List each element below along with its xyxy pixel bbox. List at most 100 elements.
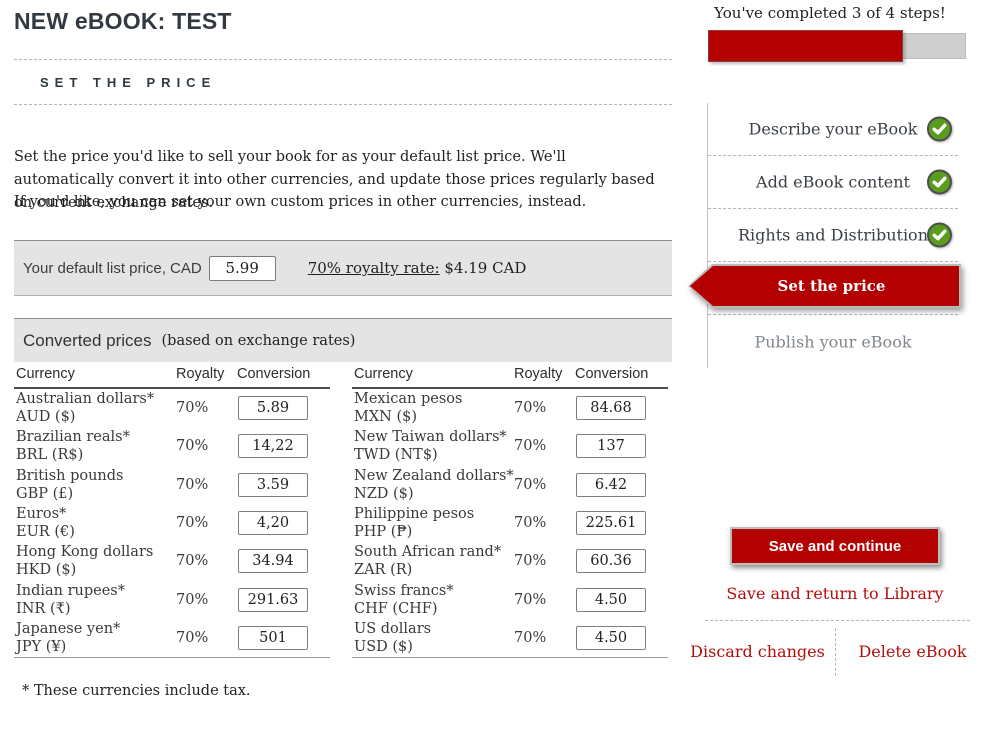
sidebar-step-add-ebook-content[interactable]: Add eBook content	[708, 156, 958, 209]
royalty-cell: 70%	[176, 630, 208, 646]
divider	[705, 620, 970, 621]
currency-cell: New Zealand dollars* NZD ($)	[354, 467, 514, 503]
sidebar-step-publish-your-ebook: Publish your eBook	[708, 315, 958, 368]
conversion-input[interactable]	[238, 396, 308, 420]
currency-cell: US dollars USD ($)	[354, 620, 431, 656]
currency-cell: Euros* EUR (€)	[16, 505, 75, 541]
currency-code: ZAR (R)	[354, 561, 501, 579]
progress-text: You've completed 3 of 4 steps!	[690, 4, 970, 22]
currency-code: NZD ($)	[354, 485, 514, 503]
conversion-table-left: Currency Royalty Conversion Australian d…	[14, 366, 330, 658]
currency-cell: British pounds GBP (£)	[16, 467, 124, 503]
table-header: Currency Royalty Conversion	[352, 366, 668, 389]
currency-code: AUD ($)	[16, 408, 154, 426]
col-header-conversion: Conversion	[575, 366, 648, 382]
royalty-cell: 70%	[176, 553, 208, 569]
royalty-cell: 70%	[514, 630, 546, 646]
royalty-cell: 70%	[514, 592, 546, 608]
step-label: Publish your eBook	[708, 332, 958, 351]
currency-name: Hong Kong dollars	[16, 543, 153, 561]
steps-panel: Describe your eBook Add eBook content Ri…	[707, 103, 958, 368]
conversion-input[interactable]	[576, 434, 646, 458]
col-header-currency: Currency	[16, 366, 75, 382]
currency-code: PHP (₱)	[354, 523, 474, 541]
converted-prices-bar: Converted prices (based on exchange rate…	[14, 318, 672, 362]
check-icon	[927, 117, 952, 142]
page-title: NEW eBOOK: TEST	[14, 8, 232, 35]
conversion-input[interactable]	[238, 511, 308, 535]
royalty-rate: 70% royalty rate: $4.19 CAD	[308, 259, 527, 277]
default-price-input[interactable]	[209, 256, 276, 281]
currency-code: GBP (£)	[16, 485, 124, 503]
sidebar-step-describe-your-ebook[interactable]: Describe your eBook	[708, 103, 958, 156]
tax-footnote: * These currencies include tax.	[22, 683, 251, 699]
col-header-royalty: Royalty	[176, 366, 224, 382]
currency-cell: Mexican pesos MXN ($)	[354, 390, 462, 426]
currency-code: CHF (CHF)	[354, 600, 454, 618]
step-label: Set the price	[764, 277, 886, 295]
royalty-cell: 70%	[176, 438, 208, 454]
table-header: Currency Royalty Conversion	[14, 366, 330, 389]
royalty-cell: 70%	[176, 515, 208, 531]
royalty-rate-value: $4.19 CAD	[444, 259, 526, 277]
bottom-links: Discard changes Delete eBook	[690, 628, 980, 674]
currency-code: EUR (€)	[16, 523, 75, 541]
default-price-bar: Your default list price, CAD 70% royalty…	[14, 240, 672, 296]
royalty-cell: 70%	[176, 477, 208, 493]
currency-code: HKD ($)	[16, 561, 153, 579]
table-row: Indian rupees* INR (₹) 70%	[14, 580, 330, 618]
table-row: Brazilian reals* BRL (R$) 70%	[14, 427, 330, 465]
currency-cell: Brazilian reals* BRL (R$)	[16, 428, 130, 464]
royalty-cell: 70%	[514, 515, 546, 531]
conversion-input[interactable]	[576, 588, 646, 612]
conversion-input[interactable]	[576, 626, 646, 650]
royalty-rate-link[interactable]: 70% royalty rate:	[308, 259, 440, 277]
active-step-arrow[interactable]: Set the price	[688, 264, 961, 308]
table-row: Euros* EUR (€) 70%	[14, 504, 330, 542]
currency-code: MXN ($)	[354, 408, 462, 426]
sidebar-step-rights-and-distribution[interactable]: Rights and Distribution	[708, 209, 958, 262]
table-row: British pounds GBP (£) 70%	[14, 466, 330, 504]
ebook-pricing-page: NEW eBOOK: TEST SET THE PRICE Set the pr…	[0, 0, 993, 734]
currency-name: New Taiwan dollars*	[354, 428, 507, 446]
currency-name: British pounds	[16, 467, 124, 485]
col-header-conversion: Conversion	[237, 366, 310, 382]
converted-prices-subtitle: (based on exchange rates)	[162, 333, 356, 349]
conversion-input[interactable]	[238, 473, 308, 497]
currency-code: JPY (¥)	[16, 638, 120, 656]
currency-cell: Australian dollars* AUD ($)	[16, 390, 154, 426]
discard-changes-link[interactable]: Discard changes	[685, 642, 830, 661]
conversion-input[interactable]	[238, 626, 308, 650]
currency-cell: South African rand* ZAR (R)	[354, 543, 501, 579]
save-and-return-link[interactable]: Save and return to Library	[690, 584, 980, 603]
progress-sidebar: You've completed 3 of 4 steps! Describe …	[690, 0, 980, 734]
conversion-input[interactable]	[576, 549, 646, 573]
conversion-input[interactable]	[576, 473, 646, 497]
currency-cell: Hong Kong dollars HKD ($)	[16, 543, 153, 579]
currency-cell: Japanese yen* JPY (¥)	[16, 620, 120, 656]
delete-ebook-link[interactable]: Delete eBook	[840, 642, 985, 661]
col-header-royalty: Royalty	[514, 366, 562, 382]
conversion-input[interactable]	[238, 434, 308, 458]
table-row: US dollars USD ($) 70%	[352, 619, 668, 657]
conversion-input[interactable]	[576, 511, 646, 535]
conversion-input[interactable]	[238, 588, 308, 612]
main-content: NEW eBOOK: TEST SET THE PRICE Set the pr…	[14, 0, 672, 734]
conversion-input[interactable]	[238, 549, 308, 573]
default-price-label: Your default list price, CAD	[23, 260, 202, 277]
check-icon	[927, 170, 952, 195]
table-row: Japanese yen* JPY (¥) 70%	[14, 619, 330, 657]
divider	[835, 628, 836, 676]
currency-code: BRL (R$)	[16, 446, 130, 464]
royalty-cell: 70%	[514, 438, 546, 454]
table-row: New Zealand dollars* NZD ($) 70%	[352, 466, 668, 504]
col-header-currency: Currency	[354, 366, 413, 382]
currency-code: INR (₹)	[16, 600, 125, 618]
currency-cell: New Taiwan dollars* TWD (NT$)	[354, 428, 507, 464]
save-and-continue-button[interactable]: Save and continue	[730, 527, 940, 565]
currency-cell: Philippine pesos PHP (₱)	[354, 505, 474, 541]
royalty-cell: 70%	[514, 477, 546, 493]
sidebar-step-set-the-price[interactable]: Set the price	[708, 262, 958, 315]
currency-name: Japanese yen*	[16, 620, 120, 638]
conversion-input[interactable]	[576, 396, 646, 420]
